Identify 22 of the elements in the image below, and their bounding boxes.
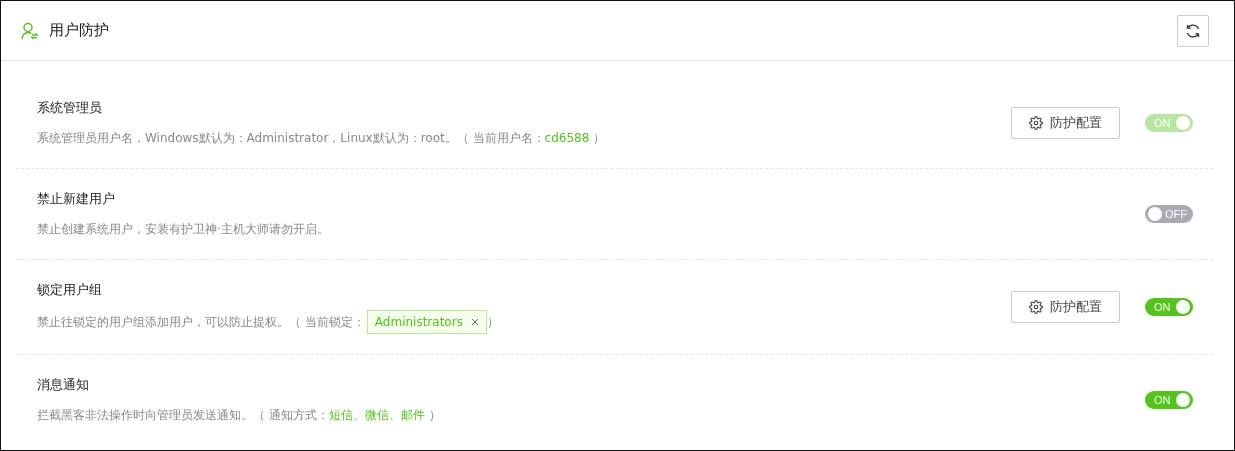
refresh-icon	[1185, 22, 1201, 39]
toggle-switch[interactable]: OFF	[1145, 205, 1193, 223]
row-description: 禁止创建系统用户，安装有护卫神·主机大师请勿开启。	[37, 221, 329, 238]
user-icon	[21, 21, 39, 40]
toggle-switch[interactable]: ON	[1145, 298, 1193, 316]
config-button[interactable]: 防护配置	[1011, 107, 1120, 139]
config-button[interactable]: 防护配置	[1011, 291, 1120, 323]
row-description: 禁止往锁定的用户组添加用户，可以防止提权。（ 当前锁定：	[37, 314, 365, 331]
row-title: 锁定用户组	[37, 281, 103, 299]
settings-icon	[1029, 116, 1043, 130]
page-title: 用户防护	[49, 21, 110, 40]
row-description: 拦截黑客非法操作时向管理员发送通知。（ 通知方式：短信、微信、邮件 ）	[37, 407, 441, 424]
close-icon[interactable]	[470, 318, 479, 326]
row-title: 消息通知	[37, 376, 90, 394]
row-description: ）	[486, 314, 499, 331]
toggle-switch[interactable]: ON	[1145, 391, 1193, 409]
row-description: 系统管理员用户名，Windows默认为：Administrator，Linux默认为：root。（ 当前用户名：cd6588 ）	[37, 130, 606, 147]
row-title: 系统管理员	[37, 99, 103, 117]
settings-icon	[1029, 300, 1043, 314]
row-title: 禁止新建用户	[37, 190, 116, 208]
group-tag: Administrators	[366, 310, 487, 334]
refresh-button[interactable]	[1177, 14, 1209, 47]
